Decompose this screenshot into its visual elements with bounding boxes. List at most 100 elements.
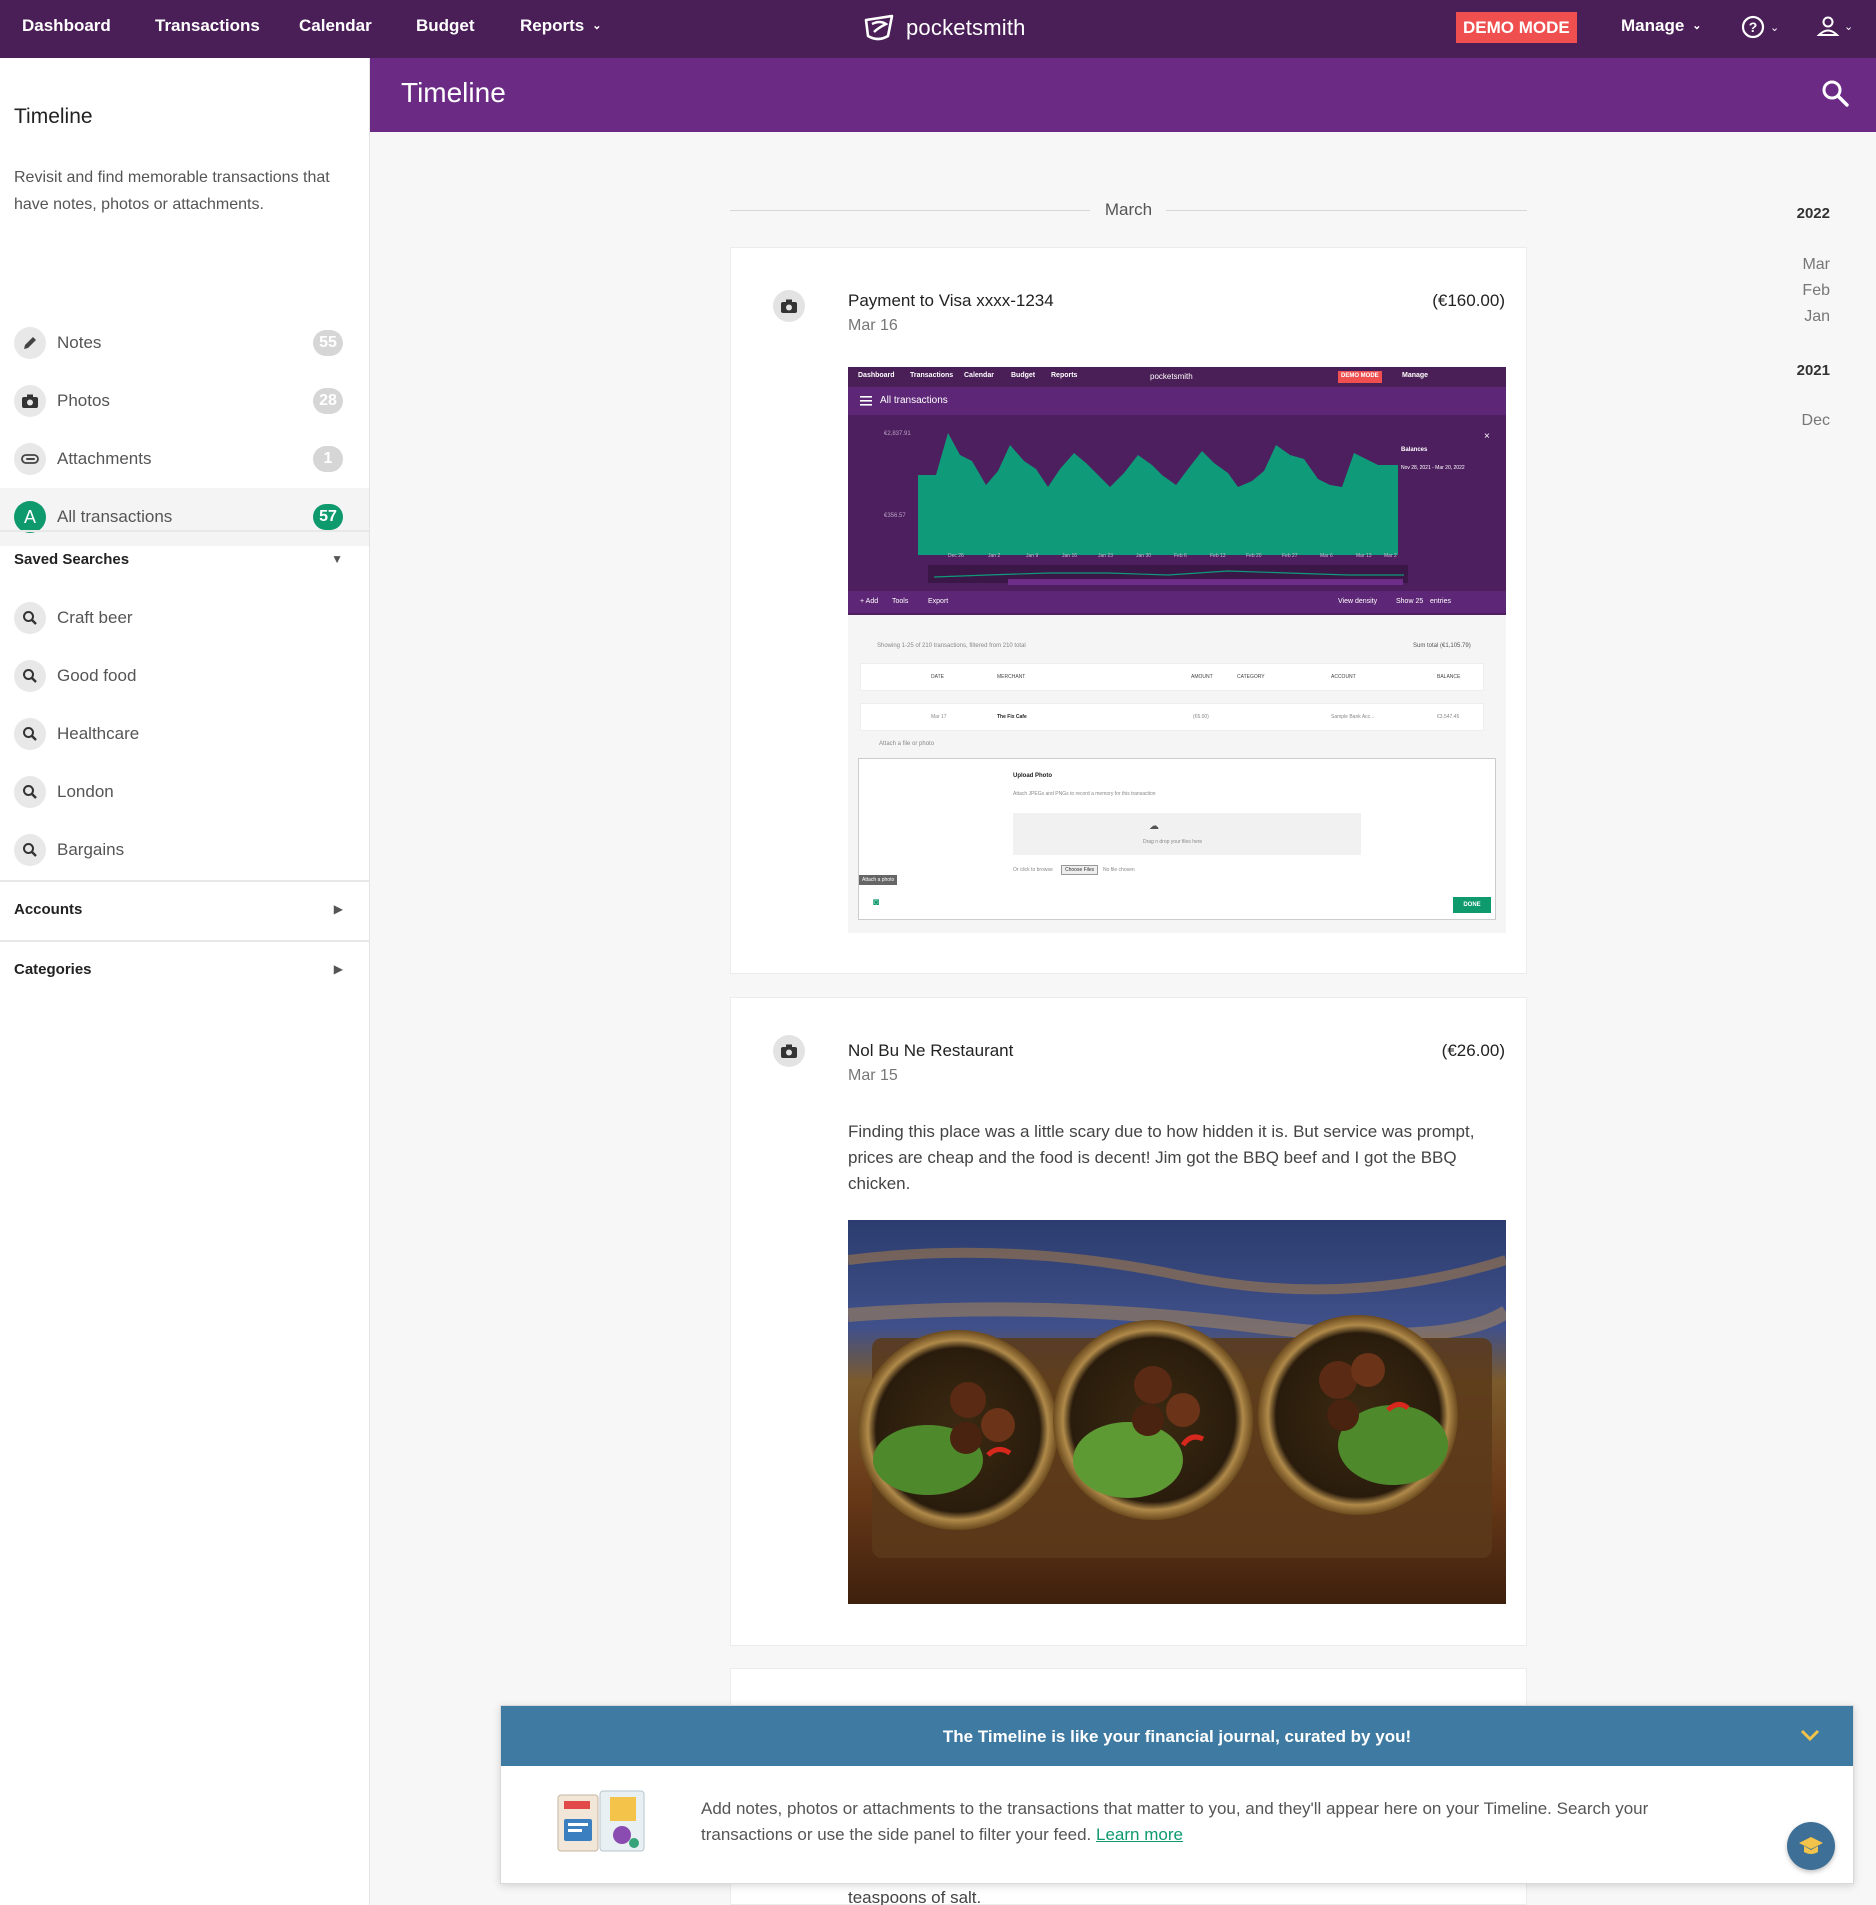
embedded-attach-text: Attach a file or photo bbox=[879, 741, 935, 747]
embedded-nav-item: Calendar bbox=[964, 372, 994, 379]
chevron-down-icon: ⌄ bbox=[1692, 20, 1702, 32]
saved-search-london[interactable]: London bbox=[0, 763, 369, 821]
page-header: Timeline bbox=[370, 58, 1876, 132]
transaction-note: teaspoons of salt. bbox=[848, 1888, 982, 1905]
info-panel-header[interactable]: The Timeline is like your financial jour… bbox=[501, 1706, 1853, 1766]
user-menu[interactable]: ⌄ bbox=[1816, 14, 1853, 38]
saved-search-healthcare[interactable]: Healthcare bbox=[0, 705, 369, 763]
sidebar-item-photos[interactable]: Photos 28 bbox=[0, 372, 369, 430]
month-dec[interactable]: Dec bbox=[1802, 412, 1830, 430]
sidebar: Timeline Revisit and find memorable tran… bbox=[0, 58, 370, 1905]
embedded-demo-text: DEMO MODE bbox=[1341, 373, 1379, 379]
camera-icon bbox=[773, 290, 805, 322]
sidebar-item-notes[interactable]: Notes 55 bbox=[0, 314, 369, 372]
year-2021[interactable]: 2021 bbox=[1797, 362, 1830, 379]
embedded-col: ACCOUNT bbox=[1331, 674, 1356, 680]
svg-text:?: ? bbox=[1749, 19, 1758, 35]
embedded-xtick: Feb 6 bbox=[1174, 553, 1187, 559]
embedded-xtick: Jan 16 bbox=[1062, 553, 1077, 559]
embedded-xtick: Feb 20 bbox=[1246, 553, 1262, 559]
embedded-cell: Mar 17 bbox=[931, 714, 947, 720]
close-icon: × bbox=[1484, 431, 1490, 442]
embedded-xtick: Dec 26 bbox=[948, 553, 964, 559]
sidebar-item-attachments[interactable]: Attachments 1 bbox=[0, 430, 369, 488]
month-feb[interactable]: Feb bbox=[1802, 282, 1830, 300]
sidebar-item-label: Notes bbox=[57, 333, 102, 352]
transaction-name[interactable]: Payment to Visa xxxx-1234 bbox=[848, 291, 1054, 311]
embedded-ymax: €2,837.91 bbox=[884, 431, 911, 437]
nav-manage[interactable]: Manage ⌄ bbox=[1621, 0, 1702, 58]
embedded-balance-chart: €2,837.91 €356.57 Dec 26 Jan 2 Jan 9 Jan… bbox=[848, 415, 1506, 615]
count-badge: 28 bbox=[313, 388, 343, 414]
nav-budget[interactable]: Budget bbox=[416, 0, 475, 58]
embedded-table-header: DATE MERCHANT AMOUNT CATEGORY ACCOUNT BA… bbox=[860, 663, 1484, 691]
nav-dashboard[interactable]: Dashboard bbox=[22, 0, 111, 58]
help-center-button[interactable] bbox=[1787, 1822, 1835, 1870]
embedded-toolbar: + Add Tools Export View density Show 25 … bbox=[848, 591, 1506, 613]
embedded-xtick: Jan 23 bbox=[1098, 553, 1113, 559]
nav-reports[interactable]: Reports ⌄ bbox=[520, 0, 601, 58]
sidebar-title: Timeline bbox=[14, 105, 93, 128]
embedded-upload-panel: Upload Photo Attach JPEGs and PNGs to re… bbox=[858, 758, 1496, 920]
embedded-showing-text: Showing 1-25 of 210 transactions, filter… bbox=[877, 643, 1026, 649]
sidebar-item-label: Attachments bbox=[57, 449, 152, 468]
embedded-col: BALANCE bbox=[1437, 674, 1461, 680]
timeline-entry[interactable]: Nol Bu Ne Restaurant Mar 15 (€26.00) Fin… bbox=[730, 997, 1527, 1646]
help-menu[interactable]: ? ⌄ bbox=[1740, 14, 1779, 40]
month-mar[interactable]: Mar bbox=[1802, 256, 1830, 274]
search-icon bbox=[14, 718, 46, 750]
demo-mode-badge[interactable]: DEMO MODE bbox=[1456, 12, 1577, 43]
pocketsmith-logo[interactable]: pocketsmith bbox=[862, 11, 1026, 45]
embedded-brand: pocketsmith bbox=[1150, 372, 1193, 381]
embedded-nav-item: Reports bbox=[1051, 372, 1078, 379]
help-icon: ? bbox=[1741, 15, 1765, 39]
chevron-down-icon: ⌄ bbox=[1770, 21, 1780, 34]
timeline-entry[interactable]: Payment to Visa xxxx-1234 Mar 16 (€160.0… bbox=[730, 247, 1527, 974]
month-jan[interactable]: Jan bbox=[1804, 308, 1830, 326]
search-button[interactable] bbox=[1820, 78, 1850, 113]
embedded-nav-item: Manage bbox=[1402, 372, 1429, 379]
year-2022[interactable]: 2022 bbox=[1797, 205, 1830, 222]
search-icon bbox=[14, 602, 46, 634]
camera-icon: ◙ bbox=[873, 897, 880, 908]
embedded-upload-title: Upload Photo bbox=[1013, 773, 1052, 779]
chevron-down-icon[interactable] bbox=[1799, 1724, 1821, 1746]
cloud-upload-icon: ☁ bbox=[1149, 821, 1159, 832]
saved-search-label: Good food bbox=[57, 666, 137, 685]
camera-icon bbox=[773, 1035, 805, 1067]
embedded-cell: Sample Bank Acc... bbox=[1331, 714, 1375, 720]
embedded-cell: The Fix Cafe bbox=[997, 714, 1027, 720]
transaction-name[interactable]: Nol Bu Ne Restaurant bbox=[848, 1041, 1013, 1061]
embedded-xtick: Feb 27 bbox=[1282, 553, 1298, 559]
embedded-toolbar-item: Show 25 bbox=[1396, 598, 1424, 605]
transaction-photo[interactable]: Dashboard Transactions Calendar Budget R… bbox=[848, 367, 1506, 933]
learn-more-link[interactable]: Learn more bbox=[1096, 1825, 1183, 1844]
saved-searches-header[interactable]: Saved Searches ▼ bbox=[0, 532, 369, 590]
top-navigation: Dashboard Transactions Calendar Budget R… bbox=[0, 0, 1876, 58]
saved-search-craft-beer[interactable]: Craft beer bbox=[0, 589, 369, 647]
sidebar-description: Revisit and find memorable transactions … bbox=[14, 169, 330, 213]
transaction-date: Mar 15 bbox=[848, 1067, 898, 1084]
transaction-photo-food[interactable] bbox=[848, 1220, 1506, 1604]
info-panel-title: The Timeline is like your financial jour… bbox=[942, 1727, 1412, 1746]
triangle-right-icon: ▶ bbox=[333, 902, 343, 916]
nav-transactions[interactable]: Transactions bbox=[155, 0, 260, 58]
embedded-done-button: DONE bbox=[1453, 897, 1491, 913]
embedded-xtick: Feb 13 bbox=[1210, 553, 1226, 559]
search-icon bbox=[14, 660, 46, 692]
embedded-col: CATEGORY bbox=[1237, 674, 1265, 680]
saved-search-good-food[interactable]: Good food bbox=[0, 647, 369, 705]
search-icon bbox=[14, 834, 46, 866]
transaction-amount: (€26.00) bbox=[1441, 1041, 1505, 1060]
embedded-nav-item: Dashboard bbox=[858, 372, 895, 379]
accounts-header[interactable]: Accounts ▶ bbox=[0, 882, 369, 940]
search-icon bbox=[14, 776, 46, 808]
embedded-choose-files: Choose Files bbox=[1061, 865, 1099, 875]
saved-search-bargains[interactable]: Bargains bbox=[0, 821, 369, 879]
brand-name: pocketsmith bbox=[906, 15, 1026, 40]
section-title: Accounts bbox=[14, 901, 83, 918]
nav-calendar[interactable]: Calendar bbox=[299, 0, 372, 58]
user-icon bbox=[1816, 16, 1840, 36]
categories-header[interactable]: Categories ▶ bbox=[0, 942, 369, 1000]
embedded-toolbar-item: View density bbox=[1338, 598, 1378, 605]
